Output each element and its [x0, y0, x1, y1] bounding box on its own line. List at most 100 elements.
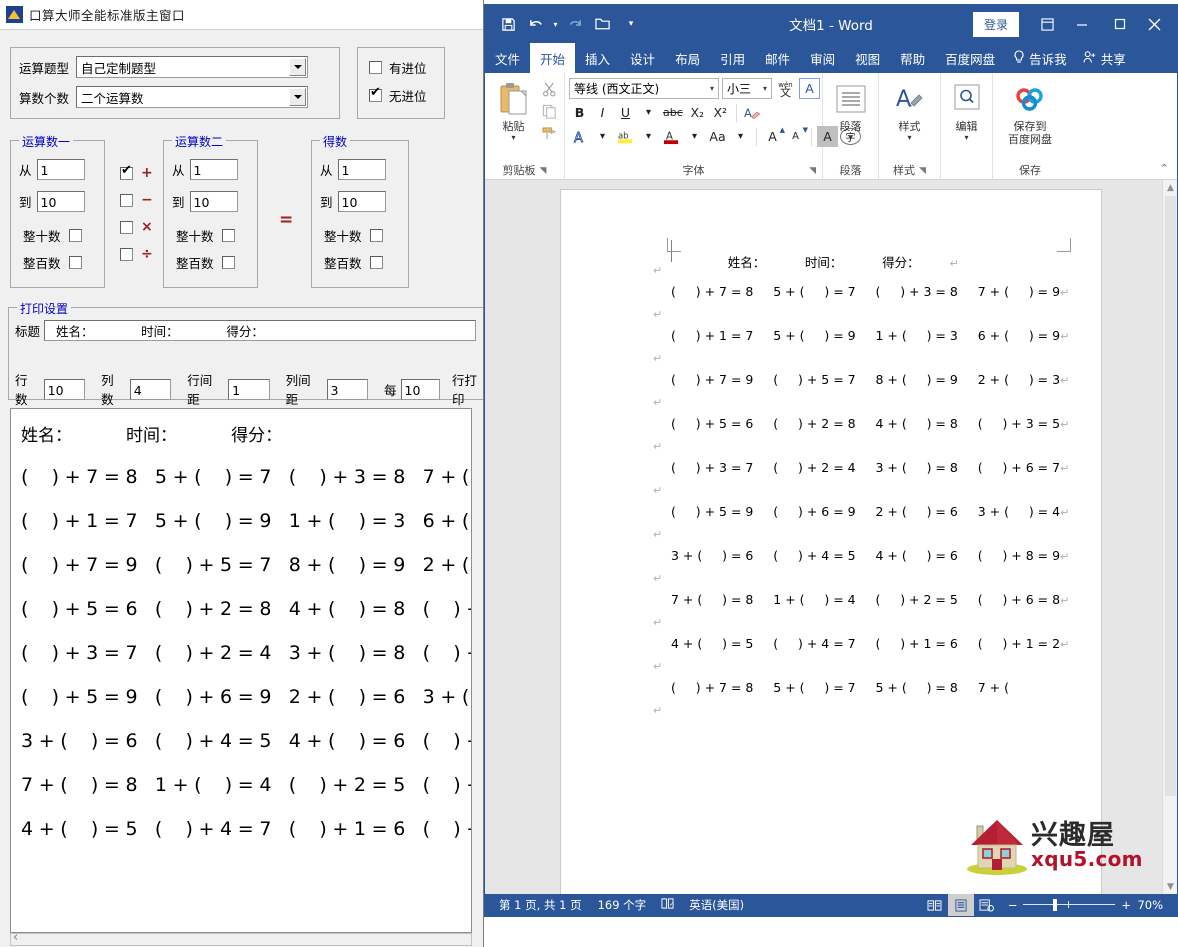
- tab-design[interactable]: 设计: [620, 43, 665, 73]
- share-button[interactable]: 共享: [1075, 43, 1134, 73]
- operator-plus-checkbox[interactable]: [120, 164, 133, 180]
- worksheet-preview-pane[interactable]: 姓名： 时间： 得分： ( ) + 7 = 8 5 + ( ) = 7 ( ) …: [10, 408, 472, 933]
- font-size-combo[interactable]: 小三 ▾: [722, 78, 772, 99]
- underline-button[interactable]: U: [615, 102, 636, 123]
- tab-mailings[interactable]: 邮件: [755, 43, 800, 73]
- text-effects-dropdown-icon[interactable]: ▾: [592, 126, 613, 147]
- collapse-ribbon-icon[interactable]: ⌃: [1160, 162, 1169, 175]
- operand2-from-input[interactable]: 1: [189, 159, 238, 180]
- font-color-icon[interactable]: A: [661, 126, 682, 147]
- operand2-tens-checkbox[interactable]: [221, 229, 235, 242]
- highlight-dropdown-icon[interactable]: ▾: [638, 126, 659, 147]
- ribbon-display-options-icon[interactable]: [1031, 9, 1063, 39]
- tab-home[interactable]: 开始: [530, 43, 576, 73]
- character-border-icon[interactable]: A: [799, 78, 820, 99]
- underline-dropdown-icon[interactable]: ▾: [638, 102, 659, 123]
- tab-view[interactable]: 视图: [845, 43, 890, 73]
- col-gap-input[interactable]: 3: [326, 378, 368, 400]
- chevron-down-icon[interactable]: ▾: [511, 133, 515, 142]
- undo-icon[interactable]: [523, 11, 549, 37]
- tab-layout[interactable]: 布局: [665, 43, 710, 73]
- chevron-down-icon[interactable]: [289, 88, 307, 106]
- maximize-button[interactable]: [1101, 6, 1139, 42]
- format-painter-icon[interactable]: [538, 123, 560, 144]
- redo-icon[interactable]: [562, 11, 588, 37]
- styles-dialog-launcher-icon[interactable]: ◥: [919, 163, 926, 179]
- operator-divide-checkbox[interactable]: [120, 247, 133, 261]
- chevron-down-icon[interactable]: ▾: [964, 133, 968, 142]
- operand-count-combo[interactable]: 二个运算数: [76, 86, 309, 108]
- zoom-level[interactable]: 70%: [1137, 898, 1169, 912]
- zoom-slider-handle[interactable]: [1053, 899, 1058, 911]
- change-case-dropdown-icon[interactable]: ▾: [730, 126, 751, 147]
- chevron-down-icon[interactable]: ▾: [763, 84, 767, 93]
- every-input[interactable]: 10: [400, 378, 441, 400]
- result-from-input[interactable]: 1: [337, 159, 386, 180]
- print-title-input[interactable]: 姓名： 时间： 得分：: [44, 320, 477, 341]
- page-indicator[interactable]: 第 1 页, 共 1 页: [491, 897, 590, 913]
- tab-baidu-netdisk[interactable]: 百度网盘: [935, 43, 1005, 73]
- chevron-down-icon[interactable]: ▾: [907, 133, 911, 142]
- rows-input[interactable]: 10: [43, 378, 86, 400]
- redo-dropdown-icon[interactable]: ▾: [551, 11, 560, 37]
- scroll-up-icon[interactable]: ▲: [1163, 180, 1177, 195]
- styles-button[interactable]: A 样式 ▾: [884, 76, 936, 142]
- result-tens-checkbox[interactable]: [369, 229, 383, 242]
- copy-icon[interactable]: [538, 101, 560, 122]
- phonetic-guide-icon[interactable]: wén 文: [775, 78, 796, 99]
- tab-insert[interactable]: 插入: [575, 43, 620, 73]
- save-to-baidu-netdisk-button[interactable]: 保存到 百度网盘: [997, 76, 1063, 146]
- paragraph-button[interactable]: 段落 ▾: [827, 76, 874, 142]
- language-indicator[interactable]: 英语(美国): [681, 897, 752, 913]
- result-to-input[interactable]: 10: [337, 191, 386, 212]
- font-name-combo[interactable]: 等线 (西文正文) ▾: [569, 78, 719, 99]
- close-button[interactable]: [1139, 6, 1177, 42]
- operator-times-checkbox[interactable]: [120, 220, 133, 234]
- operand1-to-input[interactable]: 10: [36, 191, 85, 212]
- italic-button[interactable]: I: [592, 102, 613, 123]
- question-type-combo[interactable]: 自己定制题型: [76, 56, 309, 78]
- operand1-tens-checkbox[interactable]: [68, 229, 82, 242]
- zoom-out-button[interactable]: −: [1008, 898, 1018, 912]
- operand2-to-input[interactable]: 10: [189, 191, 238, 212]
- tab-help[interactable]: 帮助: [890, 43, 935, 73]
- customize-qat-icon[interactable]: ▾: [618, 11, 644, 37]
- document-canvas[interactable]: 姓名： 时间： 得分： ↵ ↵ ( ) + 7 = 8 5 + ( ) = 7 (…: [485, 180, 1177, 894]
- operator-minus-checkbox[interactable]: [120, 193, 133, 207]
- sign-in-button[interactable]: 登录: [972, 11, 1019, 37]
- scroll-down-icon[interactable]: ▼: [1163, 879, 1177, 894]
- proofing-errors-icon[interactable]: ✓: [654, 897, 681, 913]
- change-case-button[interactable]: Aa: [707, 126, 728, 147]
- highlight-color-icon[interactable]: ab: [615, 126, 636, 147]
- no-carry-checkbox[interactable]: [369, 86, 382, 102]
- web-layout-icon[interactable]: [974, 894, 1000, 916]
- tab-file[interactable]: 文件: [485, 43, 530, 73]
- save-icon[interactable]: [495, 11, 521, 37]
- zoom-slider[interactable]: [1023, 899, 1116, 911]
- with-carry-checkbox[interactable]: [369, 61, 382, 74]
- open-folder-icon[interactable]: [590, 11, 616, 37]
- tell-me-box[interactable]: 告诉我: [1005, 43, 1075, 73]
- word-count[interactable]: 169 个字: [590, 897, 655, 913]
- superscript-button[interactable]: X²: [710, 102, 731, 123]
- zoom-in-button[interactable]: +: [1121, 898, 1131, 912]
- strikethrough-button[interactable]: abc: [661, 102, 685, 123]
- clear-formatting-icon[interactable]: A: [742, 102, 763, 123]
- paste-button[interactable]: 粘贴 ▾: [489, 76, 538, 142]
- row-gap-input[interactable]: 1: [228, 378, 270, 400]
- operand1-from-input[interactable]: 1: [36, 159, 85, 180]
- font-dialog-launcher-icon[interactable]: ◥: [809, 163, 816, 179]
- editing-button[interactable]: 编辑 ▾: [945, 76, 988, 142]
- text-effects-icon[interactable]: A: [569, 126, 590, 147]
- cols-input[interactable]: 4: [129, 378, 172, 400]
- subscript-button[interactable]: X₂: [687, 102, 708, 123]
- scrollbar-thumb[interactable]: [1165, 196, 1176, 796]
- chevron-down-icon[interactable]: ▾: [710, 84, 714, 93]
- font-color-dropdown-icon[interactable]: ▾: [684, 126, 705, 147]
- shrink-font-icon[interactable]: A ▼: [785, 126, 808, 147]
- document-vertical-scrollbar[interactable]: ▲ ▼: [1162, 180, 1177, 894]
- print-layout-icon[interactable]: [947, 894, 974, 916]
- operand2-hundreds-checkbox[interactable]: [221, 256, 235, 269]
- chevron-down-icon[interactable]: ▾: [848, 133, 852, 142]
- result-hundreds-checkbox[interactable]: [369, 256, 383, 269]
